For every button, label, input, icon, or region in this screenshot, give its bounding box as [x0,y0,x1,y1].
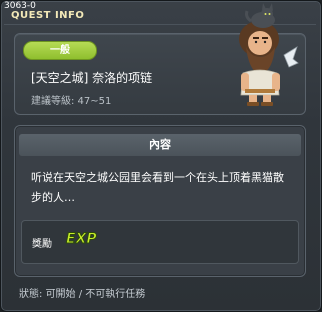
category-badge: 一般 [23,41,97,60]
window-title: QUEST INFO [11,10,85,21]
quest-info-window: 3063-0 QUEST INFO 一般 [天空之城] 奈洛的项链 建議等級: … [0,0,322,312]
content-panel: 內容 听说在天空之城公园里会看到一个在头上顶着黑猫散步的人… 獎勵 EXP [14,125,306,277]
recommended-level: 建議等級: 47~51 [31,96,112,107]
content-header: 內容 [19,134,301,156]
reward-label: 獎勵 [32,239,52,250]
npc-portrait-icon [239,3,299,106]
quest-status: 狀態: 可開始 / 不可執行任務 [19,289,146,300]
exp-reward-icon: EXP [66,231,98,248]
quest-name: [天空之城] 奈洛的项链 [31,71,153,85]
quest-description: 听说在天空之城公园里会看到一个在头上顶着黑猫散步的人… [31,171,284,204]
reward-box: 獎勵 EXP [21,220,299,264]
